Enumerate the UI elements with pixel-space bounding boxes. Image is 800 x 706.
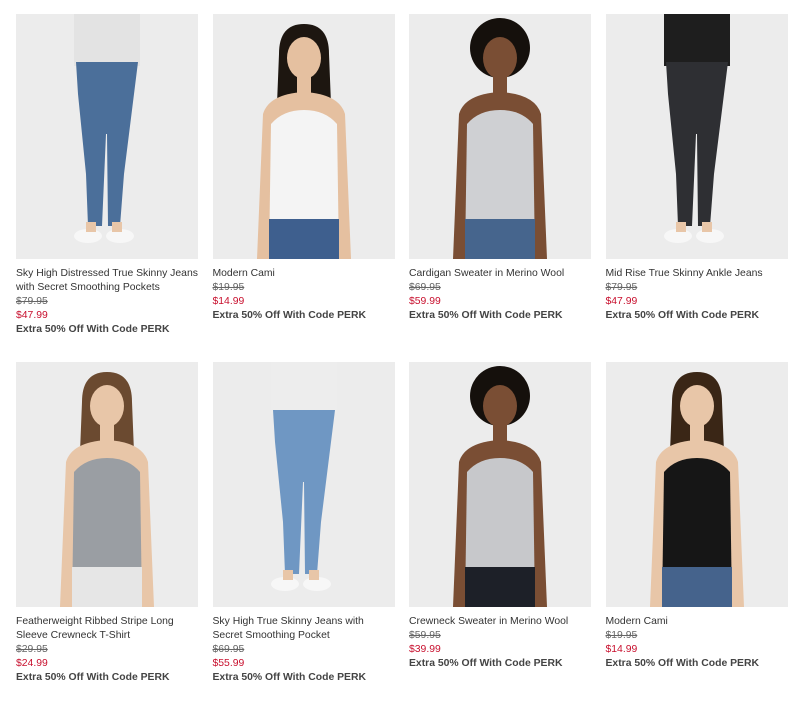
- promo-text: Extra 50% Off With Code PERK: [409, 310, 563, 321]
- original-price: $59.95: [409, 630, 441, 641]
- model-figure: [409, 14, 591, 259]
- product-name[interactable]: Mid Rise True Skinny Ankle Jeans: [606, 267, 788, 281]
- product-name[interactable]: Cardigan Sweater in Merino Wool: [409, 267, 591, 281]
- product-image[interactable]: [605, 362, 788, 607]
- sale-price: $24.99: [16, 658, 48, 669]
- original-price: $69.95: [409, 282, 441, 293]
- model-figure: [16, 14, 198, 259]
- promo-text: Extra 50% Off With Code PERK: [605, 310, 759, 321]
- product-image[interactable]: [16, 14, 198, 259]
- product-image[interactable]: [16, 362, 198, 607]
- original-price: $69.95: [212, 644, 245, 655]
- product-image[interactable]: [409, 362, 591, 607]
- product-name[interactable]: Modern Cami: [213, 267, 395, 281]
- sale-price: $55.99: [212, 658, 245, 669]
- sale-price: $47.99: [16, 310, 48, 321]
- product-card[interactable]: Sky High Distressed True Skinny Jeans wi…: [16, 14, 198, 362]
- product-image[interactable]: [409, 14, 591, 259]
- product-image[interactable]: [605, 14, 788, 259]
- product-card[interactable]: Modern Cami $19.95 $14.99 Extra 50% Off …: [605, 362, 788, 706]
- sale-price: $14.99: [605, 644, 638, 655]
- model-figure: [212, 14, 395, 259]
- promo-text: Extra 50% Off With Code PERK: [409, 658, 563, 669]
- promo-text: Extra 50% Off With Code PERK: [212, 672, 366, 683]
- original-price: $19.95: [605, 630, 638, 641]
- product-image[interactable]: [212, 362, 395, 607]
- original-price: $79.95: [605, 282, 638, 293]
- original-price: $29.95: [16, 644, 48, 655]
- product-card[interactable]: Modern Cami $19.95 $14.99 Extra 50% Off …: [212, 14, 395, 362]
- model-figure: [605, 14, 788, 259]
- sale-price: $59.99: [409, 296, 441, 307]
- product-name[interactable]: Featherweight Ribbed Stripe Long Sleeve …: [16, 615, 198, 643]
- product-name[interactable]: Sky High True Skinny Jeans with Secret S…: [213, 615, 395, 643]
- promo-text: Extra 50% Off With Code PERK: [16, 672, 170, 683]
- promo-text: Extra 50% Off With Code PERK: [212, 310, 366, 321]
- model-figure: [409, 362, 591, 607]
- product-grid: Sky High Distressed True Skinny Jeans wi…: [16, 14, 788, 706]
- product-card[interactable]: Mid Rise True Skinny Ankle Jeans $79.95 …: [605, 14, 788, 362]
- product-name[interactable]: Sky High Distressed True Skinny Jeans wi…: [16, 267, 198, 295]
- product-card[interactable]: Featherweight Ribbed Stripe Long Sleeve …: [16, 362, 198, 706]
- sale-price: $47.99: [605, 296, 638, 307]
- product-image[interactable]: [212, 14, 395, 259]
- model-figure: [605, 362, 788, 607]
- original-price: $19.95: [212, 282, 245, 293]
- product-card[interactable]: Cardigan Sweater in Merino Wool $69.95 $…: [409, 14, 591, 362]
- promo-text: Extra 50% Off With Code PERK: [605, 658, 759, 669]
- product-name[interactable]: Modern Cami: [606, 615, 788, 629]
- product-name[interactable]: Crewneck Sweater in Merino Wool: [409, 615, 591, 629]
- product-card[interactable]: Crewneck Sweater in Merino Wool $59.95 $…: [409, 362, 591, 706]
- sale-price: $39.99: [409, 644, 441, 655]
- model-figure: [16, 362, 198, 607]
- promo-text: Extra 50% Off With Code PERK: [16, 324, 170, 335]
- product-card[interactable]: Sky High True Skinny Jeans with Secret S…: [212, 362, 395, 706]
- model-figure: [212, 362, 395, 607]
- original-price: $79.95: [16, 296, 48, 307]
- sale-price: $14.99: [212, 296, 245, 307]
